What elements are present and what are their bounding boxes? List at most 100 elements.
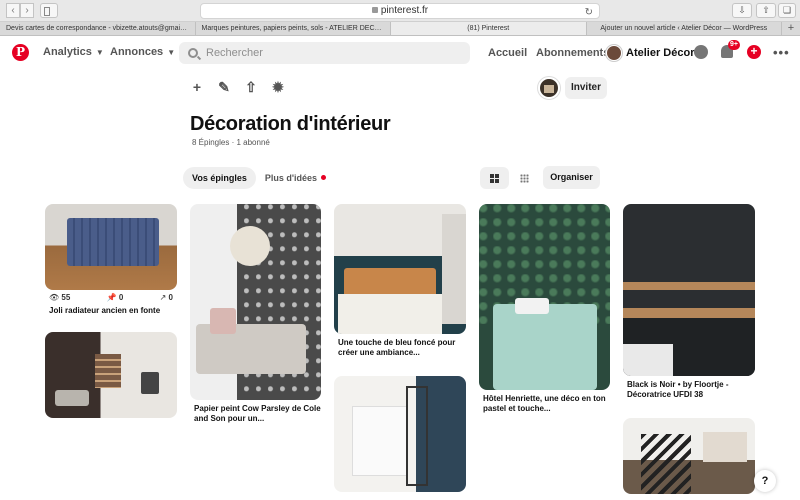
cushion-shape	[210, 308, 236, 334]
grid-large-icon[interactable]	[480, 167, 509, 189]
clicks-count: 0	[168, 293, 173, 302]
lock-icon	[371, 7, 378, 14]
create-pin-icon[interactable]: +	[747, 45, 761, 59]
url-text: pinterest.fr	[380, 5, 429, 16]
annonces-label: Annonces	[110, 46, 164, 58]
views-stat: 👁 55	[49, 293, 71, 302]
add-icon[interactable]: +	[190, 80, 204, 94]
pin-title: Papier peint Cow Parsley de Cole and Son…	[194, 404, 321, 423]
annonces-menu[interactable]: Annonces ▼	[110, 46, 175, 58]
tabs-overview-icon[interactable]: ❏	[778, 3, 796, 18]
board-tabs: Vos épingles Plus d'idées	[183, 167, 335, 189]
page-title: Décoration d'intérieur	[190, 113, 391, 135]
pillow-shape	[515, 298, 549, 314]
following-link[interactable]: Abonnements	[536, 47, 609, 59]
pin-card[interactable]	[334, 376, 466, 492]
address-bar[interactable]: pinterest.fr ↻	[200, 3, 600, 19]
new-dot-icon	[321, 175, 327, 180]
view-toggle	[480, 167, 539, 189]
help-button[interactable]: ?	[754, 470, 776, 492]
saves-stat: 📌 0	[106, 293, 124, 302]
radiator-shape	[67, 218, 159, 266]
browser-tab[interactable]: Devis cartes de correspondance - vbizett…	[0, 22, 196, 35]
search-icon	[188, 48, 198, 58]
pin-card[interactable]: Hôtel Henriette, une déco en ton pastel …	[479, 204, 610, 414]
pin-card[interactable]: Black is Noir • by Floortje - Décoratric…	[623, 204, 755, 400]
messages-icon[interactable]	[694, 45, 708, 59]
home-link[interactable]: Accueil	[488, 47, 527, 59]
profile-link[interactable]: Atelier Décor	[606, 44, 694, 62]
board-tools: + ✎ ⇧ ✹	[190, 80, 285, 94]
countertop-shape	[623, 308, 755, 318]
pin-stats: 👁 55 📌 0 ↗ 0	[45, 290, 177, 302]
floor-shape	[623, 344, 673, 376]
fireplace-shape	[141, 372, 159, 394]
pin-title: Joli radiateur ancien en fonte	[49, 306, 161, 315]
collaborator-avatar[interactable]	[538, 77, 560, 99]
pinterest-logo-icon[interactable]: P	[12, 44, 29, 61]
share-upload-icon[interactable]: ⇧	[244, 80, 258, 94]
tab-more-ideas[interactable]: Plus d'idées	[256, 167, 335, 189]
pin-title: Une touche de bleu foncé pour créer une …	[338, 338, 456, 357]
pin-card[interactable]	[623, 418, 755, 494]
edit-pencil-icon[interactable]: ✎	[217, 80, 231, 94]
nav-buttons: ‹ ›	[6, 3, 34, 18]
grid-small-icon[interactable]	[510, 167, 539, 189]
pin-image[interactable]	[190, 204, 321, 400]
download-icon[interactable]: ⇩	[732, 3, 752, 18]
invite-button[interactable]: Inviter	[565, 77, 607, 99]
views-count: 55	[61, 293, 71, 302]
tab-your-pins[interactable]: Vos épingles	[183, 167, 256, 189]
sofa-shape	[55, 390, 89, 406]
pin-image[interactable]	[623, 204, 755, 376]
pin-image[interactable]	[334, 376, 466, 492]
browser-toolbar: ‹ › pinterest.fr ↻ ⇩ ⇧ ❏	[0, 0, 800, 22]
search-input[interactable]	[206, 45, 456, 61]
back-icon[interactable]: ‹	[6, 3, 20, 18]
staircase-shape	[641, 434, 691, 494]
pin-title: Black is Noir • by Floortje - Décoratric…	[627, 380, 729, 399]
share-icon[interactable]: ⇧	[756, 3, 776, 18]
analytics-label: Analytics	[43, 46, 92, 58]
shelf-shape	[623, 282, 755, 290]
pin-card[interactable]	[45, 332, 177, 418]
profile-name: Atelier Décor	[626, 47, 695, 59]
reload-icon[interactable]: ↻	[585, 6, 593, 20]
more-ideas-label: Plus d'idées	[264, 173, 318, 183]
sidebar-toggle-icon[interactable]	[40, 3, 58, 18]
chevron-down-icon: ▼	[95, 48, 104, 57]
chevron-down-icon: ▼	[167, 48, 176, 57]
search-bar	[179, 42, 470, 64]
bed-shape	[493, 304, 597, 390]
board-meta: 8 Épingles · 1 abonné	[192, 138, 270, 147]
browser-tab-active[interactable]: (81) Pinterest	[391, 22, 587, 35]
bed-shape	[338, 294, 442, 334]
kitchen-cabinet-shape	[352, 406, 408, 476]
pin-image[interactable]	[45, 204, 177, 290]
analytics-menu[interactable]: Analytics ▼	[43, 46, 104, 58]
glass-partition-shape	[406, 386, 428, 486]
forward-icon[interactable]: ›	[20, 3, 34, 18]
settings-sparkle-icon[interactable]: ✹	[271, 80, 285, 94]
pin-image[interactable]	[479, 204, 610, 390]
browser-tab[interactable]: Marques peintures, papiers peints, sols …	[196, 22, 391, 35]
more-options-icon[interactable]: •••	[773, 45, 790, 60]
bookshelf-shape	[95, 354, 121, 388]
mezzanine-shape	[703, 432, 747, 462]
clicks-stat: ↗ 0	[159, 293, 173, 302]
pin-card[interactable]: Papier peint Cow Parsley de Cole and Son…	[190, 204, 321, 424]
pin-card[interactable]: 👁 55 📌 0 ↗ 0 Joli radiateur ancien en fo…	[45, 204, 177, 316]
pin-image[interactable]	[334, 204, 466, 334]
pin-image[interactable]	[623, 418, 755, 494]
pin-image[interactable]	[45, 332, 177, 418]
organise-button[interactable]: Organiser	[543, 166, 600, 189]
saves-count: 0	[118, 293, 124, 302]
pin-card[interactable]: Une touche de bleu foncé pour créer une …	[334, 204, 466, 358]
shelf-shape	[442, 214, 466, 324]
pendant-lamp-shape	[230, 226, 270, 266]
new-tab-icon[interactable]: +	[782, 22, 800, 35]
browser-tab[interactable]: Ajouter un nouvel article ‹ Atelier Déco…	[587, 22, 782, 35]
avatar	[606, 45, 622, 61]
pin-title: Hôtel Henriette, une déco en ton pastel …	[483, 394, 606, 413]
tab-bar: Devis cartes de correspondance - vbizett…	[0, 22, 800, 36]
